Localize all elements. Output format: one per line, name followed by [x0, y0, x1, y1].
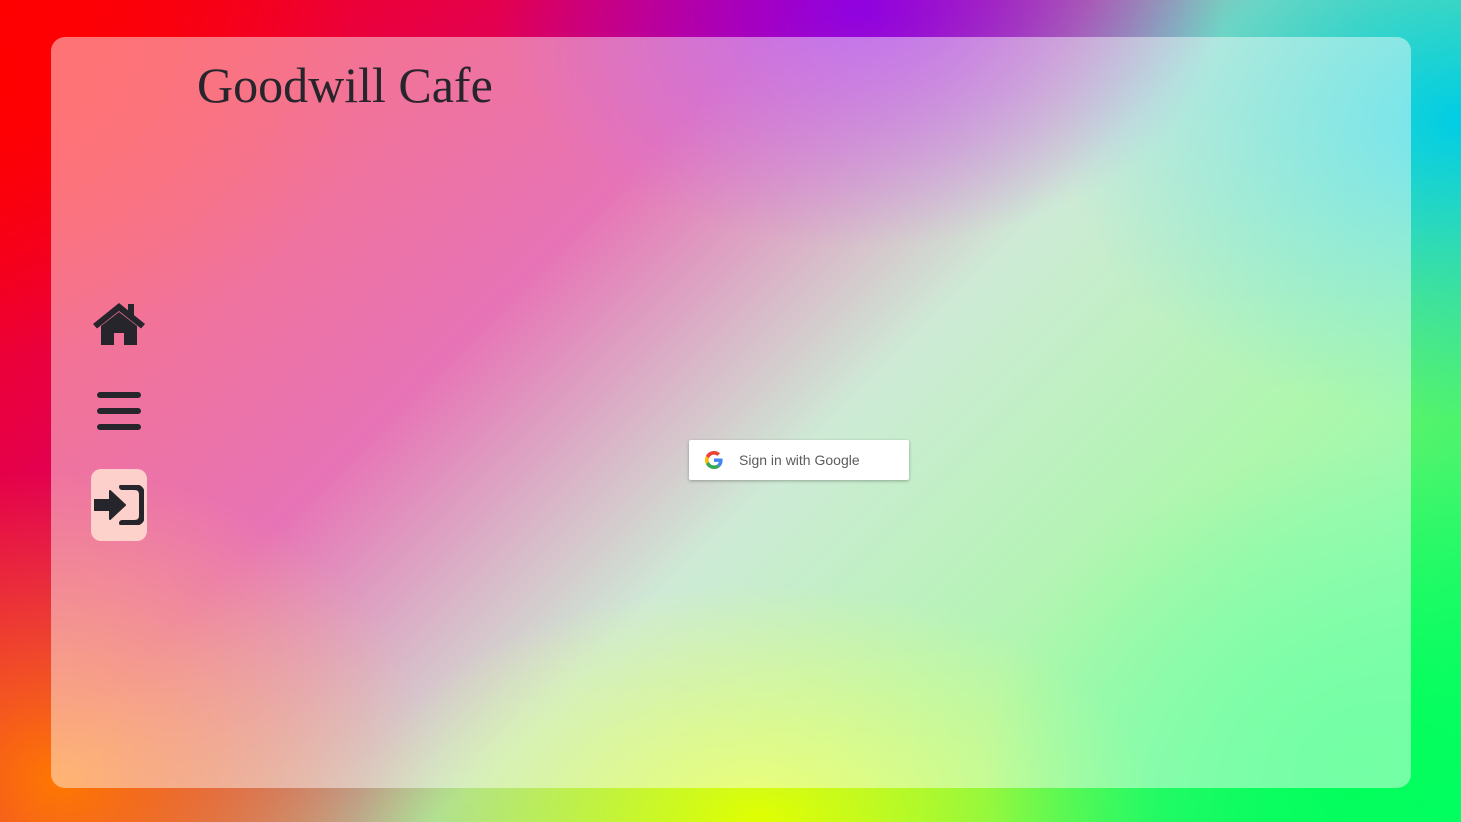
google-sign-in-button[interactable]: Sign in with Google	[689, 440, 909, 480]
home-icon	[93, 303, 145, 345]
page-title: Goodwill Cafe	[197, 57, 493, 113]
nav-home-button[interactable]	[91, 287, 147, 359]
menu-icon	[97, 392, 141, 430]
sign-in-icon	[94, 485, 144, 525]
google-sign-in-label: Sign in with Google	[739, 452, 860, 468]
nav-sign-in-button[interactable]	[91, 469, 147, 541]
google-logo-icon	[705, 451, 723, 469]
main-panel: Goodwill Cafe Sign in with Google	[51, 37, 1411, 788]
nav-menu-button[interactable]	[91, 375, 147, 447]
